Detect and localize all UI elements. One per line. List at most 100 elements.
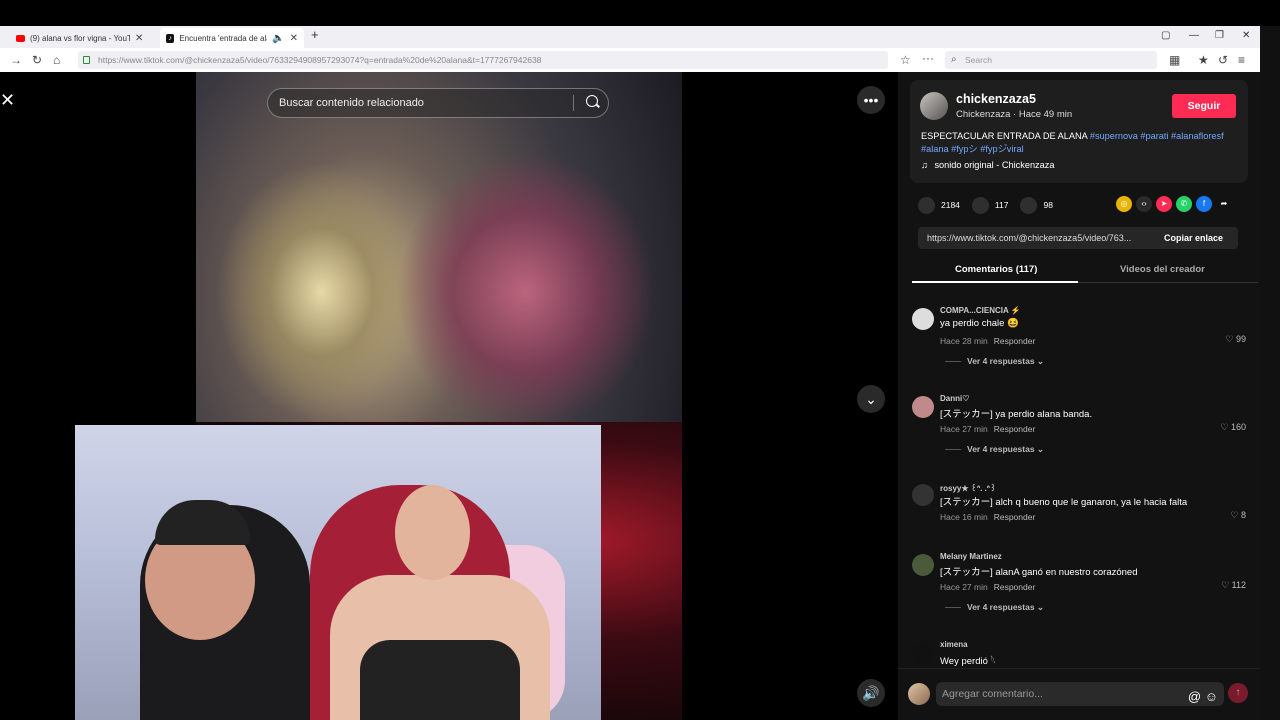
video-visual-pink-lights bbox=[396, 152, 656, 432]
comment-like-count: 8 bbox=[1240, 510, 1246, 520]
search-input[interactable]: ⌕ Search bbox=[945, 51, 1157, 69]
comment-input-icons: @ ☺ bbox=[1188, 685, 1218, 709]
facebook-icon[interactable]: f bbox=[1196, 196, 1212, 212]
bookmark-icon[interactable] bbox=[1020, 196, 1038, 214]
comment-item: rosyy★ ꒰ᐢ. .ᐢ꒱ [ステッカー] alch q bueno que … bbox=[912, 482, 1248, 542]
search-icon[interactable] bbox=[586, 95, 598, 107]
reply-button[interactable]: Responder bbox=[994, 512, 1036, 522]
close-tab-icon[interactable]: ✕ bbox=[135, 33, 143, 44]
author-subline: Chickenzaza · Hace 49 min bbox=[956, 109, 1073, 120]
comment-icon[interactable] bbox=[971, 196, 989, 214]
view-replies-button[interactable]: Ver 4 respuestas ⌄ bbox=[945, 356, 1044, 367]
search-divider bbox=[573, 95, 574, 111]
avatar[interactable] bbox=[912, 642, 934, 664]
new-tab-icon[interactable]: + bbox=[311, 27, 319, 42]
avatar[interactable] bbox=[912, 484, 934, 506]
chevron-down-icon[interactable]: ⌄ bbox=[857, 385, 885, 413]
sound-row[interactable]: ♫ sonido original - Chickenzaza bbox=[921, 160, 1054, 170]
tab-tiktok[interactable]: ♪ Encuentra 'entrada de alan 🔈 ✕ bbox=[160, 28, 304, 48]
related-search-input[interactable]: Buscar contenido relacionado bbox=[267, 88, 609, 118]
comment-text: Wey perdió 𓆩 bbox=[940, 656, 996, 666]
tab-title: Encuentra 'entrada de alan bbox=[179, 33, 268, 43]
mention-icon[interactable]: @ bbox=[1188, 689, 1201, 704]
close-video-icon[interactable]: ✕ bbox=[0, 88, 15, 112]
comment-list: COMPA...CIENCIA ⚡ ya perdio chale 😆 Hace… bbox=[912, 304, 1248, 666]
comment-author[interactable]: Melany Martinez bbox=[940, 552, 1002, 561]
comment-input-placeholder: Agregar comentario... bbox=[942, 688, 1043, 700]
comment-time: Hace 28 min bbox=[940, 336, 988, 346]
comment-author[interactable]: rosyy★ ꒰ᐢ. .ᐢ꒱ bbox=[940, 482, 996, 493]
comment-like[interactable]: ♡ 99 bbox=[1225, 334, 1246, 345]
send-comment-icon[interactable]: ↑ bbox=[1228, 683, 1248, 703]
page-actions-icon[interactable]: ··· bbox=[922, 51, 934, 65]
reply-button[interactable]: Responder bbox=[994, 424, 1036, 434]
comment-item: Melany Martinez [ステッカー] alanA ganó en nu… bbox=[912, 552, 1248, 632]
comment-item: Danni♡ [ステッカー] ya perdio alana banda. Ha… bbox=[912, 394, 1248, 474]
comment-tabs: Comentarios (117) Videos del creador bbox=[912, 258, 1258, 283]
menu-icon[interactable]: ≡ bbox=[1238, 53, 1245, 67]
comment-text: [ステッカー] alch q bueno que le ganaron, ya … bbox=[940, 497, 1188, 508]
comment-author[interactable]: ximena bbox=[940, 640, 968, 649]
share-arrow-icon[interactable]: ➦ bbox=[1216, 196, 1232, 212]
minimize-icon[interactable]: — bbox=[1189, 30, 1199, 41]
share-link: https://www.tiktok.com/@chickenzaza5/vid… bbox=[927, 233, 1132, 243]
view-replies-button[interactable]: Ver 4 respuestas ⌄ bbox=[945, 444, 1044, 455]
webcam-overlay bbox=[75, 425, 601, 720]
comment-like[interactable]: ♡ 8 bbox=[1230, 510, 1246, 521]
screen-top-black-bar bbox=[0, 0, 1280, 26]
comment-author[interactable]: COMPA...CIENCIA ⚡ bbox=[940, 306, 1021, 315]
related-search-placeholder: Buscar contenido relacionado bbox=[279, 97, 424, 109]
bookmark-star-icon[interactable]: ☆ bbox=[900, 53, 911, 67]
volume-icon[interactable]: 🔊 bbox=[857, 679, 885, 707]
history-icon[interactable]: ↺ bbox=[1218, 53, 1228, 67]
close-tab-icon[interactable]: ✕ bbox=[290, 33, 298, 44]
send-icon[interactable]: ➤ bbox=[1156, 196, 1172, 212]
home-icon[interactable]: ⌂ bbox=[53, 53, 60, 67]
tab-youtube[interactable]: (9) alana vs flor vigna - YouTub ✕ bbox=[10, 28, 158, 48]
url-text: https://www.tiktok.com/@chickenzaza5/vid… bbox=[98, 55, 542, 65]
comment-input[interactable]: Agregar comentario... @ ☺ bbox=[936, 682, 1224, 706]
comment-like[interactable]: ♡ 160 bbox=[1220, 422, 1246, 433]
audio-icon[interactable]: 🔈 bbox=[272, 33, 284, 44]
avatar[interactable] bbox=[912, 554, 934, 576]
browser-tab-bar: (9) alana vs flor vigna - YouTub ✕ ♪ Enc… bbox=[0, 26, 1260, 48]
post-stats: 2184 117 98 bbox=[918, 196, 1053, 214]
whatsapp-icon[interactable]: ✆ bbox=[1176, 196, 1192, 212]
like-stat[interactable]: 2184 bbox=[918, 196, 960, 214]
reply-button[interactable]: Responder bbox=[994, 336, 1036, 346]
comment-like[interactable]: ♡ 112 bbox=[1221, 580, 1246, 591]
reload-icon[interactable]: ↻ bbox=[32, 53, 42, 67]
more-options-icon[interactable]: ••• bbox=[857, 86, 885, 114]
comment-author[interactable]: Danni♡ bbox=[940, 394, 969, 403]
comment-time: Hace 27 min bbox=[940, 424, 988, 434]
tab-comments[interactable]: Comentarios (117) bbox=[955, 264, 1037, 275]
copy-link-button[interactable]: Copiar enlace bbox=[1164, 233, 1223, 243]
heart-icon[interactable] bbox=[918, 196, 935, 214]
reply-button[interactable]: Responder bbox=[994, 582, 1036, 592]
sound-label: sonido original - Chickenzaza bbox=[934, 160, 1055, 170]
tab-creator-videos[interactable]: Videos del creador bbox=[1120, 264, 1205, 275]
coin-icon[interactable]: ◎ bbox=[1116, 196, 1132, 212]
comment-like-count: 99 bbox=[1235, 334, 1246, 344]
avatar[interactable] bbox=[912, 396, 934, 418]
author-username[interactable]: chickenzaza5 bbox=[956, 92, 1036, 106]
author-avatar[interactable] bbox=[920, 92, 948, 120]
maximize-icon[interactable]: ❐ bbox=[1215, 30, 1224, 41]
save-stat[interactable]: 98 bbox=[1020, 196, 1053, 214]
forward-icon[interactable]: → bbox=[10, 53, 22, 67]
favorites-icon[interactable]: ★ bbox=[1198, 53, 1209, 67]
share-icons: ◎ ‹› ➤ ✆ f ➦ bbox=[1116, 196, 1232, 212]
follow-button[interactable]: Seguir bbox=[1172, 94, 1236, 118]
comment-stat[interactable]: 117 bbox=[971, 196, 1008, 214]
emoji-icon[interactable]: ☺ bbox=[1205, 689, 1218, 704]
close-window-icon[interactable]: ✕ bbox=[1242, 30, 1250, 41]
avatar[interactable] bbox=[912, 308, 934, 330]
view-replies-button[interactable]: Ver 4 respuestas ⌄ bbox=[945, 602, 1044, 613]
extensions-icon[interactable]: ▦ bbox=[1169, 53, 1180, 67]
embed-icon[interactable]: ‹› bbox=[1136, 196, 1152, 212]
lock-icon bbox=[83, 56, 90, 64]
comment-meta: Hace 27 min Responder bbox=[940, 582, 1035, 592]
right-edge bbox=[1260, 26, 1280, 720]
tab-list-icon[interactable]: ▢ bbox=[1161, 30, 1170, 41]
address-bar[interactable]: https://www.tiktok.com/@chickenzaza5/vid… bbox=[78, 51, 888, 69]
